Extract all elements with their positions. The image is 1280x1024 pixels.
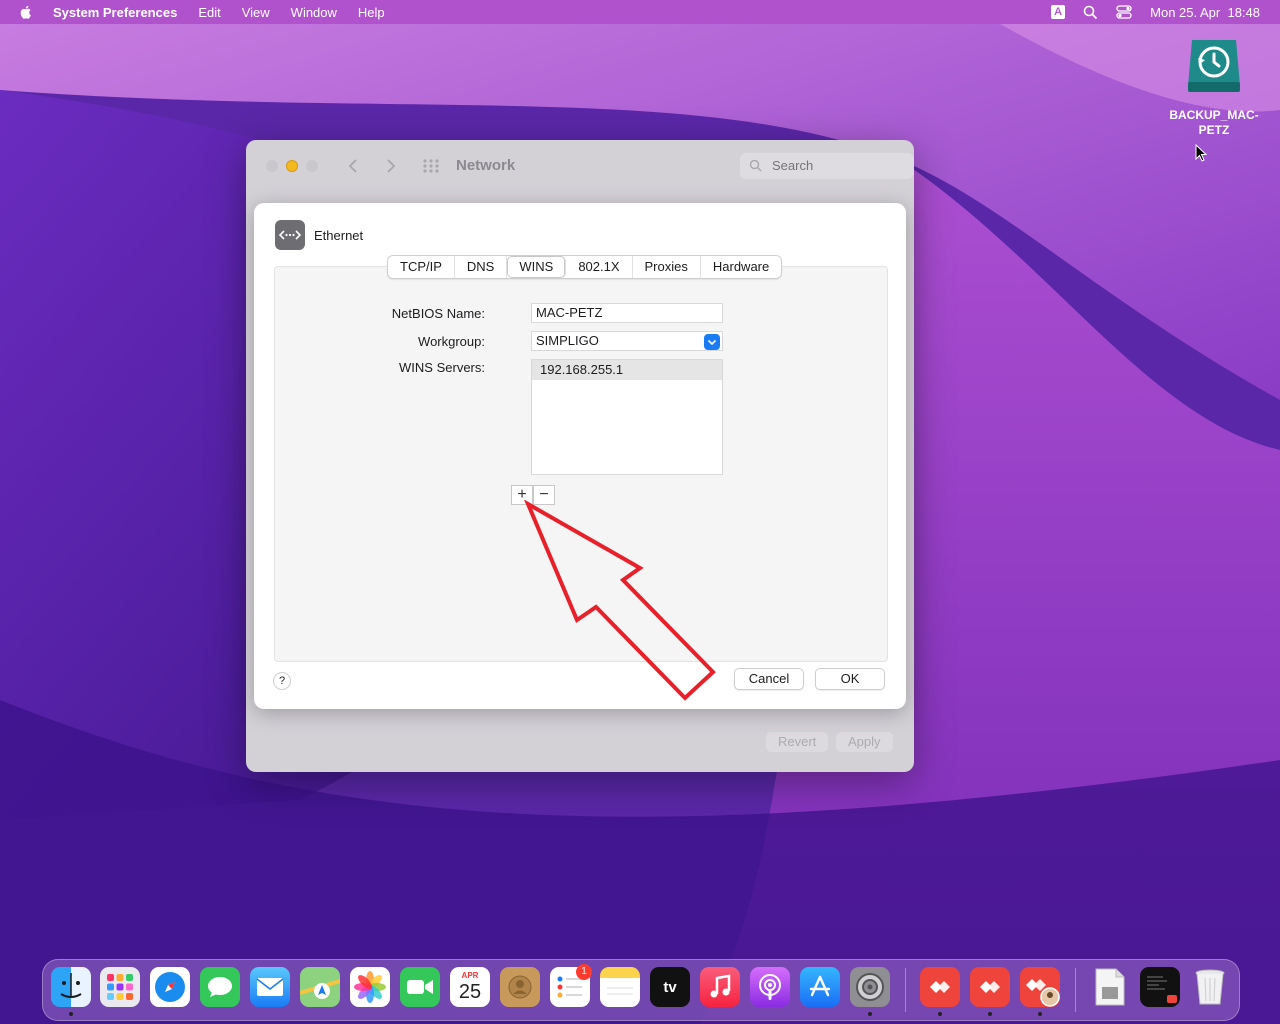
anydesk-session-icon[interactable] [1020,967,1060,1007]
tab-bar: TCP/IP DNS WINS 802.1X Proxies Hardware [387,255,783,279]
maps-icon[interactable] [300,967,340,1007]
search-icon [749,159,762,172]
back-arrow-icon[interactable] [348,159,358,173]
app-store-icon[interactable] [800,967,840,1007]
ok-button[interactable]: OK [815,668,885,690]
system-preferences-icon[interactable] [850,967,890,1007]
workgroup-combo[interactable]: SIMPLIGO [531,331,723,351]
running-indicator [1038,1012,1042,1016]
time-machine-drive-icon [1188,40,1240,92]
tab-tcpip[interactable]: TCP/IP [388,256,455,278]
list-item[interactable]: 192.168.255.1 [532,360,722,380]
mail-icon[interactable] [250,967,290,1007]
revert-button[interactable]: Revert [766,732,829,752]
control-center-icon[interactable] [1116,5,1132,19]
finder-icon[interactable] [51,967,91,1007]
menu-app-name[interactable]: System Preferences [53,5,177,20]
anydesk-icon[interactable] [970,967,1010,1007]
tv-label: tv [663,978,677,996]
desktop: System Preferences Edit View Window Help… [0,0,1280,1024]
apply-button[interactable]: Apply [836,732,893,752]
photos-icon[interactable] [350,967,390,1007]
search-field[interactable] [740,153,914,179]
terminal-window-icon[interactable] [1140,967,1180,1007]
input-source-icon[interactable]: A [1051,5,1066,19]
tab-hardware[interactable]: Hardware [701,256,781,278]
drive-label-line1: BACKUP_MAC- [1169,108,1259,122]
annotation-arrow [524,500,716,701]
window-title: Network [456,157,516,174]
cancel-button[interactable]: Cancel [734,668,804,690]
podcasts-icon[interactable] [750,967,790,1007]
launchpad-icon[interactable] [100,967,140,1007]
running-indicator [868,1012,872,1016]
help-button[interactable]: ? [273,672,291,690]
calendar-icon[interactable]: APR 25 [450,967,490,1007]
tab-8021x[interactable]: 802.1X [566,256,633,278]
minimize-window-button[interactable] [286,160,298,172]
netbios-name-field[interactable]: MAC-PETZ [531,303,723,323]
menu-clock[interactable]: Mon 25. Apr 18:48 [1150,5,1260,20]
interface-name: Ethernet [314,228,364,243]
forward-arrow-icon[interactable] [386,159,396,173]
close-window-button[interactable] [266,160,278,172]
running-indicator [938,1012,942,1016]
wins-servers-list[interactable]: 192.168.255.1 [531,359,723,475]
desktop-drive-backup[interactable]: BACKUP_MAC- PETZ [1164,36,1264,138]
workgroup-dropdown-button[interactable] [704,334,720,350]
calendar-month: APR [461,971,479,980]
menu-help[interactable]: Help [358,5,385,20]
dock-separator [905,968,906,1012]
zoom-window-button[interactable] [306,160,318,172]
drive-label-line2: PETZ [1198,123,1230,137]
tab-wins[interactable]: WINS [507,256,567,278]
notes-icon[interactable] [600,967,640,1007]
trash-icon[interactable] [1190,967,1230,1007]
workgroup-value: SIMPLIGO [536,333,599,348]
ethernet-icon [275,220,305,250]
running-indicator [69,1012,73,1016]
mouse-cursor-icon [1195,144,1207,162]
wins-servers-label: WINS Servers: [399,360,485,375]
running-indicator [988,1012,992,1016]
menu-view[interactable]: View [242,5,270,20]
window-titlebar: Network [246,140,914,192]
menu-edit[interactable]: Edit [198,5,220,20]
dock-separator [1075,968,1076,1012]
calendar-day: 25 [458,981,482,1003]
contacts-icon[interactable] [500,967,540,1007]
reminders-badge: 1 [576,964,592,980]
document-icon[interactable] [1090,967,1130,1007]
workgroup-label: Workgroup: [418,334,485,349]
safari-icon[interactable] [150,967,190,1007]
tab-dns[interactable]: DNS [455,256,508,278]
chevron-down-icon [707,339,717,346]
menu-bar: System Preferences Edit View Window Help… [0,0,1280,24]
dock: APR 25 1 tv [42,959,1240,1021]
apple-tv-icon[interactable]: tv [650,967,690,1007]
netbios-name-label: NetBIOS Name: [391,306,485,321]
tab-proxies[interactable]: Proxies [633,256,701,278]
anydesk-icon[interactable] [920,967,960,1007]
messages-icon[interactable] [200,967,240,1007]
menu-window[interactable]: Window [291,5,337,20]
spotlight-search-icon[interactable] [1083,5,1098,20]
facetime-icon[interactable] [400,967,440,1007]
apple-menu-icon[interactable] [18,4,34,20]
show-all-grid-icon[interactable] [422,158,440,174]
music-icon[interactable] [700,967,740,1007]
search-input[interactable] [770,157,904,174]
